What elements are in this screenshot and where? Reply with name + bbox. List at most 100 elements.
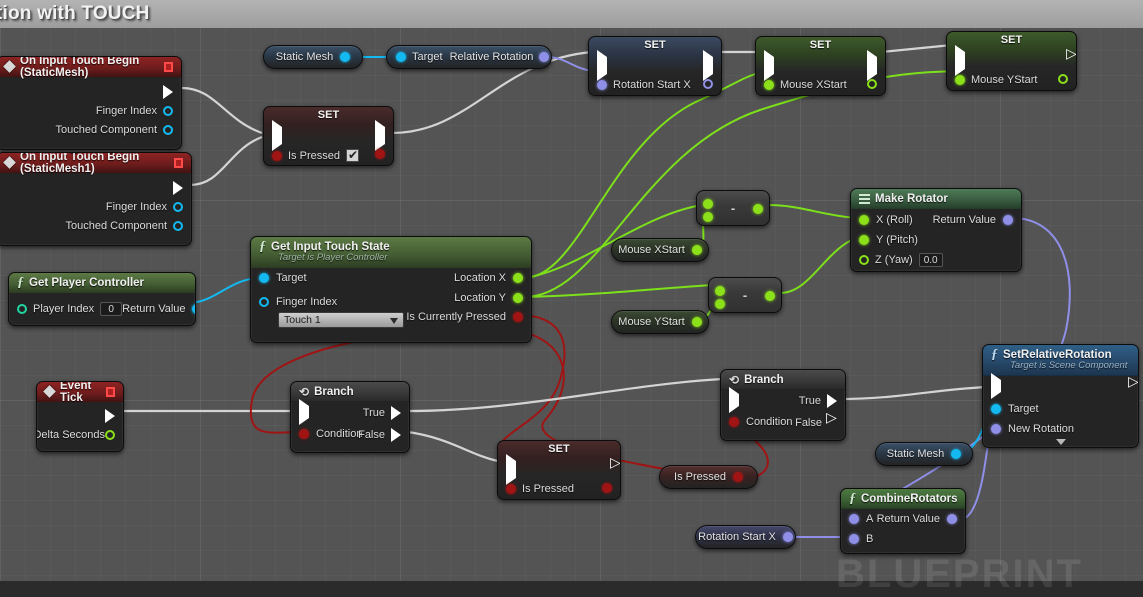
finger-index-pin[interactable] (259, 297, 269, 307)
pin-row-z-yaw[interactable]: Z (Yaw) 0.0 (859, 253, 943, 267)
node-set-mouse-xstart[interactable]: SET Mouse XStart (755, 36, 886, 96)
a-pin[interactable] (849, 514, 859, 524)
node-subtract-x[interactable]: - (696, 190, 770, 226)
location-x-pin[interactable] (513, 273, 523, 283)
pin-row-y-pitch[interactable]: Y (Pitch) (859, 234, 918, 246)
node-get-input-touch-state[interactable]: ƒ Get Input Touch State Target is Player… (250, 236, 532, 343)
pin-row-target[interactable]: Target (991, 403, 1039, 415)
pin-row-target[interactable]: Target (259, 272, 307, 284)
subtract-a-pin[interactable] (715, 286, 725, 296)
is-pressed-out-pin[interactable] (732, 472, 743, 482)
false-exec-pin[interactable] (391, 428, 401, 442)
exec-output-pin[interactable] (105, 408, 115, 423)
node-set-relative-rotation[interactable]: ƒ SetRelativeRotation Target is Scene Co… (982, 344, 1139, 448)
pin-row-finger-index[interactable]: Finger Index (0, 197, 191, 216)
exec-row[interactable] (264, 120, 393, 151)
pin-row-touched-component[interactable]: Touched Component (0, 120, 181, 139)
node-branch-right[interactable]: ⟲ Branch True Condition False (720, 369, 846, 441)
pin-row-finger-index[interactable]: Finger Index (259, 296, 337, 308)
node-subtract-y[interactable]: - (708, 277, 782, 313)
pin-row-return-value[interactable]: Return Value (933, 214, 1013, 226)
target-pin[interactable] (991, 404, 1001, 414)
is-pressed-out-pin[interactable] (375, 149, 385, 159)
getter-is-pressed[interactable]: Is Pressed (659, 465, 758, 489)
exec-input-pin[interactable] (729, 387, 739, 413)
z-yaw-value[interactable]: 0.0 (918, 253, 943, 267)
finger-index-pin[interactable] (173, 201, 183, 212)
touched-component-pin[interactable] (163, 124, 173, 135)
exec-true-row[interactable]: True (799, 394, 837, 408)
new-rotation-pin[interactable] (991, 424, 1001, 434)
is-pressed-out-pin[interactable] (602, 483, 612, 493)
pin-row-finger-index[interactable]: Finger Index (0, 101, 181, 120)
target-pin[interactable] (396, 52, 406, 62)
condition-pin[interactable] (299, 429, 309, 439)
getter-static-mesh-bottom[interactable]: Static Mesh (875, 442, 973, 466)
stop-square-icon[interactable] (174, 157, 183, 168)
condition-pin[interactable] (729, 417, 739, 427)
exec-output-pin[interactable] (163, 84, 173, 99)
location-y-pin[interactable] (513, 293, 523, 303)
exec-row[interactable] (947, 45, 1076, 76)
pin-row-is-pressed[interactable]: Is Pressed (498, 478, 620, 499)
pin-row-b[interactable]: B (849, 533, 873, 545)
node-combine-rotators[interactable]: ƒ CombineRotators A B Return Value (840, 488, 966, 554)
exec-row[interactable] (756, 50, 885, 81)
subtract-b-pin[interactable] (703, 212, 713, 222)
pin-row-location-x[interactable]: Location X (454, 272, 523, 284)
true-exec-pin[interactable] (827, 394, 837, 408)
return-value-pin[interactable] (947, 514, 957, 524)
exec-input-row[interactable] (299, 399, 309, 425)
exec-input-pin[interactable] (991, 373, 1001, 399)
exec-input-row[interactable] (729, 387, 739, 413)
pin-row-rotation-start-x[interactable]: Rotation Start X (589, 74, 721, 95)
player-index-pin[interactable] (17, 303, 27, 314)
pin-row-condition[interactable]: Condition (299, 428, 362, 440)
mouse-ystart-out-pin[interactable] (691, 317, 702, 327)
node-get-player-controller[interactable]: ƒ Get Player Controller Player Index 0 R… (8, 272, 196, 326)
pin-row-x-roll[interactable]: X (Roll) (859, 214, 913, 226)
exec-out-row[interactable] (0, 82, 181, 101)
pin-row-mouse-xstart[interactable]: Mouse XStart (756, 74, 885, 95)
getter-static-mesh-top[interactable]: Static Mesh (263, 45, 363, 69)
pin-row-a[interactable]: A (849, 513, 873, 525)
return-value-pin[interactable] (191, 303, 195, 314)
exec-output-pin[interactable] (173, 180, 183, 195)
exec-true-row[interactable]: True (363, 406, 401, 420)
node-set-is-pressed-bottom[interactable]: SET Is Pressed (497, 440, 621, 500)
x-roll-pin[interactable] (859, 215, 869, 225)
pin-row-player-index[interactable]: Player Index 0 Return Value (9, 299, 195, 318)
exec-row[interactable] (498, 454, 620, 485)
getter-mouse-xstart[interactable]: Mouse XStart (611, 238, 709, 262)
b-pin[interactable] (849, 534, 859, 544)
node-on-input-touch-begin-staticmesh[interactable]: On Input Touch Begin (StaticMesh) Finger… (0, 56, 182, 150)
expand-arrow-icon[interactable] (1055, 439, 1066, 445)
mouse-ystart-in-pin[interactable] (955, 75, 965, 85)
node-branch-left[interactable]: ⟲ Branch True Condition False (290, 381, 410, 453)
exec-out-row[interactable] (0, 178, 191, 197)
touched-component-pin[interactable] (173, 220, 183, 231)
true-exec-pin[interactable] (391, 406, 401, 420)
false-exec-pin[interactable] (826, 410, 837, 429)
node-event-tick[interactable]: Event Tick Delta Seconds (36, 381, 124, 452)
stop-square-icon[interactable] (164, 61, 173, 72)
node-set-is-pressed-top[interactable]: SET Is Pressed (263, 106, 394, 166)
is-pressed-checkbox[interactable] (345, 148, 359, 162)
exec-input-pin[interactable] (299, 399, 309, 425)
y-pitch-pin[interactable] (859, 235, 869, 245)
is-pressed-in-pin[interactable] (272, 150, 282, 161)
mouse-xstart-out-pin[interactable] (867, 79, 877, 89)
getter-mouse-ystart[interactable]: Mouse YStart (611, 310, 709, 334)
getter-rotation-start-x[interactable]: Rotation Start X (695, 525, 796, 549)
exec-input-row[interactable] (991, 373, 1001, 399)
pin-row-is-currently-pressed[interactable]: Is Currently Pressed (406, 311, 523, 323)
pin-row-mouse-ystart[interactable]: Mouse YStart (947, 69, 1076, 90)
pin-row-new-rotation[interactable]: New Rotation (991, 423, 1074, 435)
rotation-start-x-out-pin[interactable] (703, 79, 713, 89)
exec-out-row[interactable] (37, 406, 123, 425)
exec-false-row[interactable]: False (358, 428, 401, 442)
finger-index-dropdown[interactable]: Touch 1 (278, 312, 404, 328)
rotation-start-x-out-pin[interactable] (782, 532, 793, 542)
subtract-out-pin[interactable] (765, 291, 775, 301)
node-make-rotator[interactable]: Make Rotator X (Roll) Y (Pitch) Z (Yaw) … (850, 188, 1022, 272)
